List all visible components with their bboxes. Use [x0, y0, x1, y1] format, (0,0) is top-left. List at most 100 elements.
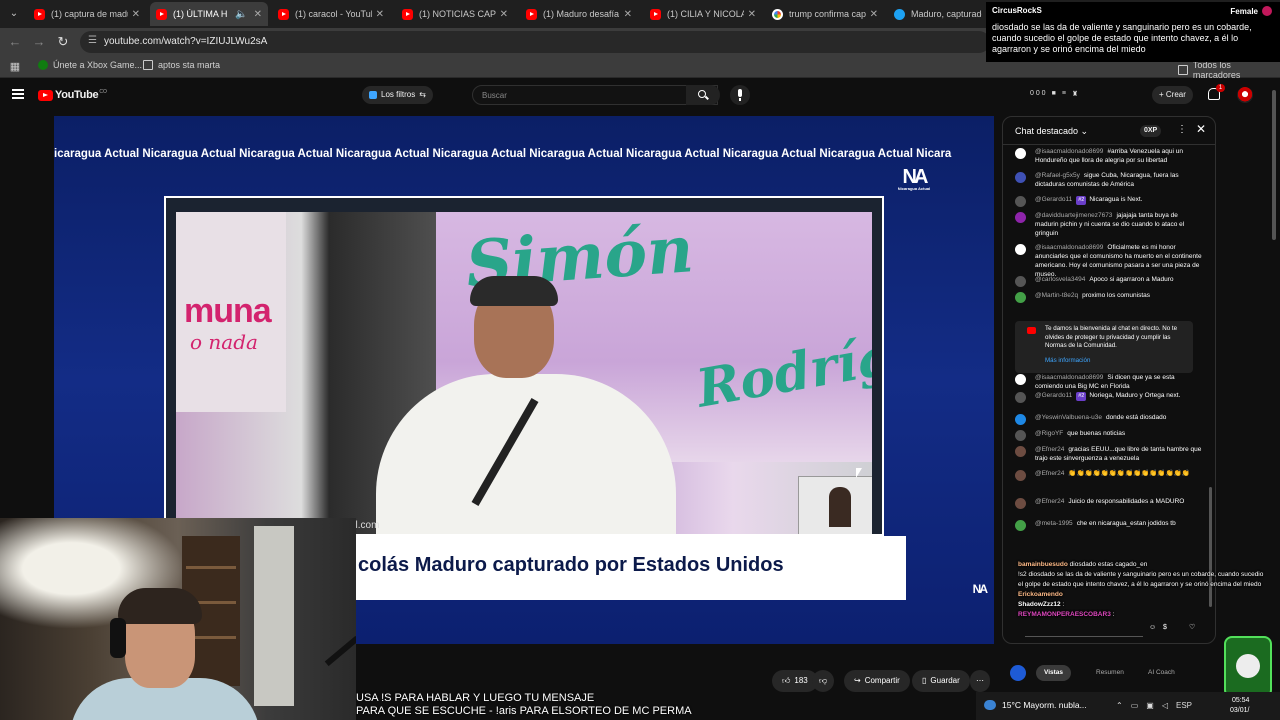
close-tab-icon[interactable]: ✕ — [748, 9, 756, 20]
extension-icon[interactable]: ♜ — [1072, 90, 1078, 98]
close-tab-icon[interactable]: ✕ — [132, 9, 140, 20]
more-actions-button[interactable]: ⋯ — [970, 670, 990, 692]
user-avatar[interactable] — [1015, 470, 1026, 481]
chat-message[interactable]: @isaacmaldonado8699 Oficialmete es mi hon… — [1013, 243, 1203, 279]
user-avatar[interactable] — [1015, 148, 1026, 159]
chat-author[interactable]: @carlosvela3494 — [1035, 276, 1085, 283]
chat-mode-dropdown[interactable]: Chat destacado — [1015, 126, 1088, 137]
account-avatar[interactable] — [1237, 87, 1253, 103]
browser-tab[interactable]: (1) Maduro desafía a ✕ — [520, 2, 638, 26]
create-button[interactable]: + Crear — [1152, 86, 1193, 104]
chat-author[interactable]: @Gerardo11 — [1035, 392, 1072, 399]
chat-author[interactable]: @isaacmaldonado8699 — [1035, 374, 1103, 381]
chat-author[interactable]: @isaacmaldonado8699 — [1035, 244, 1103, 251]
tab-ai-coach[interactable]: AI Coach — [1140, 665, 1183, 681]
bookmark-folder[interactable]: aptos sta marta — [143, 60, 220, 70]
apps-grid-icon[interactable]: ▦ — [6, 58, 24, 76]
chat-author[interactable]: @meta-1995 — [1035, 520, 1073, 527]
chevron-up-icon[interactable]: ⌃ — [1116, 701, 1123, 710]
chat-author[interactable]: @isaacmaldonado8699 — [1035, 148, 1103, 155]
all-bookmarks[interactable]: Todos los marcadores — [1178, 60, 1280, 80]
chat-input[interactable] — [1025, 619, 1143, 637]
weather-widget[interactable]: 15°C Mayorm. nubla... — [984, 700, 1087, 710]
battery-icon[interactable]: ▭ — [1131, 701, 1139, 710]
language-indicator[interactable]: ESP — [1176, 701, 1192, 710]
tab-vistas[interactable]: Vistas — [1036, 665, 1072, 681]
tab-resumen[interactable]: Resumen — [1088, 665, 1132, 681]
extension-icon[interactable]: ■ — [1052, 90, 1056, 98]
user-avatar[interactable] — [1015, 392, 1026, 403]
close-icon[interactable]: ✕ — [1196, 122, 1206, 136]
chat-message[interactable]: @isaacmaldonado8699 Si dicen que ya se es… — [1013, 373, 1203, 391]
save-button[interactable]: ▯ Guardar — [912, 670, 970, 692]
user-avatar[interactable] — [1015, 374, 1026, 385]
user-avatar[interactable] — [1015, 172, 1026, 183]
user-avatar[interactable] — [1015, 196, 1026, 207]
chat-author[interactable]: @davidduartejimenez7673 — [1035, 212, 1112, 219]
chat-message[interactable]: @Gerardo11 #2 Noriega, Maduro y Ortega nex… — [1013, 391, 1203, 403]
search-input[interactable]: Buscar — [472, 85, 718, 105]
chat-message[interactable]: @meta-1995 che en nicaragua_estan jodidos… — [1013, 519, 1203, 531]
user-avatar[interactable] — [1015, 430, 1026, 441]
chat-author[interactable]: @Rafael-g5x5y — [1035, 172, 1080, 179]
dislike-button[interactable]: 👎︎ — [812, 670, 835, 692]
close-tab-icon[interactable]: ✕ — [376, 9, 384, 20]
close-tab-icon[interactable]: ✕ — [500, 9, 508, 20]
bookmark-xbox[interactable]: Únete a Xbox Game... — [38, 60, 142, 70]
chat-author[interactable]: @RigoYF — [1035, 430, 1063, 437]
chat-author[interactable]: @Efner24 — [1035, 446, 1064, 453]
page-scrollbar[interactable] — [1272, 90, 1276, 240]
chat-message[interactable]: @Efner24 gracias EEUU...que libre de tant… — [1013, 445, 1203, 463]
user-avatar[interactable] — [1015, 276, 1026, 287]
filters-button[interactable]: Los filtros ⇆ — [362, 86, 433, 104]
close-tab-icon[interactable]: ✕ — [870, 9, 878, 20]
extension-logo-icon[interactable] — [1010, 665, 1026, 681]
heart-icon[interactable]: ♡ — [1189, 619, 1195, 637]
extension-icon[interactable]: ≡ — [1062, 90, 1066, 98]
user-avatar[interactable] — [1015, 212, 1026, 223]
browser-tab[interactable]: (1) captura de madur ✕ — [28, 2, 146, 26]
xp-badge[interactable]: 0XP — [1140, 125, 1162, 137]
close-tab-icon[interactable]: ✕ — [624, 9, 632, 20]
user-avatar[interactable] — [1015, 244, 1026, 255]
emoji-icon[interactable]: ☺ — [1149, 619, 1156, 637]
chat-message[interactable]: @RigoYF que buenas noticias — [1013, 429, 1203, 441]
close-tab-icon[interactable]: ✕ — [254, 9, 262, 20]
forward-arrow-icon[interactable]: → — [30, 33, 48, 51]
user-avatar[interactable] — [1015, 498, 1026, 509]
tab-search-button[interactable]: ⌄ — [4, 4, 24, 24]
site-info-icon[interactable]: ☰ — [88, 35, 97, 46]
chat-author[interactable]: @YeswinValbuena-u3e — [1035, 414, 1102, 421]
super-chat-icon[interactable]: $ — [1163, 619, 1167, 637]
browser-tab[interactable]: Maduro, capturado, — [888, 2, 988, 26]
chat-message[interactable]: @Martin-t8e2q proximo los comunistas — [1013, 291, 1203, 303]
clock[interactable]: 05:54 03/01/ — [1230, 696, 1249, 716]
chat-message[interactable]: @Efner24 👏👏👏👏👏👏👏👏👏👏👏👏👏👏👏 — [1013, 469, 1203, 481]
share-button[interactable]: ↪ Compartir — [844, 670, 910, 692]
chat-message[interactable]: @isaacmaldonado8699 #arriba Venezuela aqu… — [1013, 147, 1203, 165]
user-avatar[interactable] — [1015, 292, 1026, 303]
chat-message[interactable]: @Efner24 Juicio de responsabilidades a MA… — [1013, 497, 1203, 509]
chat-message[interactable]: @davidduartejimenez7673 jajajaja tanta bu… — [1013, 211, 1203, 238]
extension-icons[interactable]: 0 0 0 ■ ≡ ♜ — [1030, 90, 1078, 98]
address-bar[interactable]: ☰ youtube.com/watch?v=IZIUJLWu2sA — [80, 31, 990, 53]
monitor-icon[interactable]: ▣ — [1146, 701, 1154, 710]
speaker-icon[interactable]: 🔈 — [235, 9, 247, 20]
search-button[interactable] — [686, 85, 720, 105]
menu-icon[interactable] — [12, 89, 24, 99]
volume-icon[interactable]: ◁ — [1162, 701, 1168, 710]
chat-author[interactable]: @Efner24 — [1035, 498, 1064, 505]
browser-tab[interactable]: trump confirma capt ✕ — [766, 2, 884, 26]
more-info-link[interactable]: Más información — [1045, 357, 1187, 366]
chat-author[interactable]: @Gerardo11 — [1035, 196, 1072, 203]
chat-message[interactable]: @YeswinValbuena-u3e donde está diosdado — [1013, 413, 1203, 425]
browser-tab-active[interactable]: (1) ÚLTIMA H 🔈 ✕ — [150, 2, 268, 26]
chat-message[interactable]: @carlosvela3494 Apoco si agarraron a Madu… — [1013, 275, 1203, 287]
browser-tab[interactable]: (1) NOTICIAS CAP ✕ — [396, 2, 514, 26]
chat-author[interactable]: @Martin-t8e2q — [1035, 292, 1078, 299]
browser-tab[interactable]: (1) CILIA Y NICOLAS ✕ — [644, 2, 762, 26]
reload-icon[interactable]: ↻ — [54, 33, 72, 51]
browser-tab[interactable]: (1) caracol - YouTube ✕ — [272, 2, 390, 26]
user-avatar[interactable] — [1015, 414, 1026, 425]
user-avatar[interactable] — [1015, 520, 1026, 531]
